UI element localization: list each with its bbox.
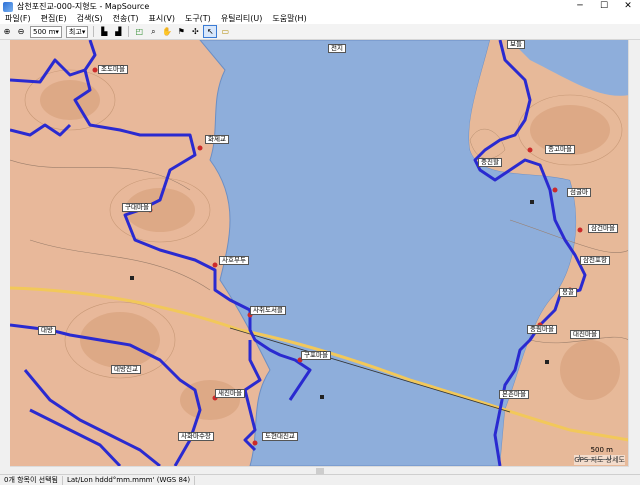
selection-status: 0개 항목이 선택됨: [0, 475, 63, 485]
send-to-device-icon[interactable]: ▟: [112, 26, 124, 37]
map-tool-icon[interactable]: ◰: [133, 26, 145, 37]
map-label-samgeon[interactable]: 삼건마을: [588, 224, 618, 233]
menu-tools[interactable]: 도구(T): [180, 13, 216, 24]
map-label-dohyeon[interactable]: 도현대진교: [262, 432, 298, 441]
menu-transfer[interactable]: 전송(T): [108, 13, 144, 24]
receive-from-device-icon[interactable]: ▙: [98, 26, 110, 37]
toolbar-separator: [93, 26, 95, 37]
map-label-saemaeul[interactable]: 새진마을: [215, 389, 245, 398]
zoom-out-icon[interactable]: ⊖: [15, 26, 27, 37]
map-label-gumaeul[interactable]: 구포마을: [301, 351, 331, 360]
close-button[interactable]: ✕: [616, 0, 640, 13]
map-label-jodomaeul[interactable]: 조도마을: [98, 65, 128, 74]
left-pane-edge: [0, 40, 10, 466]
minimize-button[interactable]: ─: [568, 0, 592, 13]
waypoint-tool-icon[interactable]: ⚑: [175, 26, 187, 37]
map-view[interactable]: 조도마을 전지 보들 화제교 중진할 종고마을 섬굴마 구대마을 사호부두 삼건…: [10, 40, 629, 466]
map-label-jongomaeul[interactable]: 종고마을: [545, 145, 575, 154]
vertical-scrollbar[interactable]: [628, 40, 640, 466]
menu-bar: 파일(F) 편집(E) 검색(S) 전송(T) 표시(V) 도구(T) 유틸리티…: [0, 13, 640, 24]
map-credit: GPS 지도 상세도: [574, 455, 625, 465]
menu-utilities[interactable]: 유틸리티(U): [216, 13, 268, 24]
map-label-gudaemaeul[interactable]: 구대마을: [122, 203, 152, 212]
zoom-level-value: 500 m: [33, 27, 56, 36]
toolbar-separator: [128, 26, 130, 37]
menu-file[interactable]: 파일(F): [0, 13, 36, 24]
menu-edit[interactable]: 편집(E): [36, 13, 72, 24]
map-label-hwasebu[interactable]: 화제교: [205, 135, 229, 144]
map-label-bodeul[interactable]: 보들: [507, 40, 525, 49]
map-label-jeongsam[interactable]: 중진할: [478, 158, 502, 167]
map-label-daejin[interactable]: 대진마을: [570, 330, 600, 339]
menu-help[interactable]: 도움말(H): [267, 13, 311, 24]
status-bar: 0개 항목이 선택됨 Lat/Lon hddd°mm.mmm' (WGS 84): [0, 474, 640, 485]
map-label-bonggol[interactable]: 봉골: [559, 288, 577, 297]
map-label-sacheon[interactable]: 삼천포항: [580, 256, 610, 265]
map-canvas: [10, 40, 629, 466]
measure-tool-icon[interactable]: ▭: [219, 26, 231, 37]
coordinate-format: Lat/Lon hddd°mm.mmm' (WGS 84): [63, 475, 196, 485]
selection-arrow-icon[interactable]: ↖: [203, 25, 218, 38]
window-title: 삼천포진교-000-지형도 - MapSource: [17, 2, 150, 11]
map-label-sacheon2[interactable]: 사취도서클: [250, 306, 286, 315]
detail-select[interactable]: 최고 ▾: [65, 25, 89, 38]
maximize-button[interactable]: ☐: [592, 0, 616, 13]
map-label-daebangjingyo[interactable]: 대방진교: [111, 365, 141, 374]
route-tool-icon[interactable]: ✣: [189, 26, 201, 37]
map-label-bonmaeul[interactable]: 본촌마을: [499, 390, 529, 399]
zoom-level-select[interactable]: 500 m ▾: [30, 25, 62, 38]
map-label-sabul[interactable]: 사화마수장: [178, 432, 214, 441]
toolbar: ⊕ ⊖ 500 m ▾ 최고 ▾ ▙ ▟ ◰ ⌕ ✋ ⚑ ✣ ↖ ▭: [0, 24, 640, 40]
scale-label: 500 m: [590, 446, 613, 454]
map-label-jungmaeul[interactable]: 중림마을: [527, 325, 557, 334]
pan-hand-icon[interactable]: ✋: [161, 26, 173, 37]
map-label-daebang[interactable]: 대방: [38, 326, 56, 335]
zoom-tool-icon[interactable]: ⌕: [147, 26, 159, 37]
map-label-seomgol[interactable]: 섬굴마: [567, 188, 591, 197]
title-bar: 삼천포진교-000-지형도 - MapSource ─ ☐ ✕: [0, 0, 640, 13]
detail-value: 최고: [68, 27, 82, 36]
map-label-sahobu[interactable]: 사호부두: [219, 256, 249, 265]
map-label-jeonji[interactable]: 전지: [328, 44, 346, 53]
menu-view[interactable]: 표시(V): [144, 13, 180, 24]
mapsource-app-icon: [3, 1, 13, 12]
zoom-in-icon[interactable]: ⊕: [1, 26, 13, 37]
menu-find[interactable]: 검색(S): [72, 13, 108, 24]
